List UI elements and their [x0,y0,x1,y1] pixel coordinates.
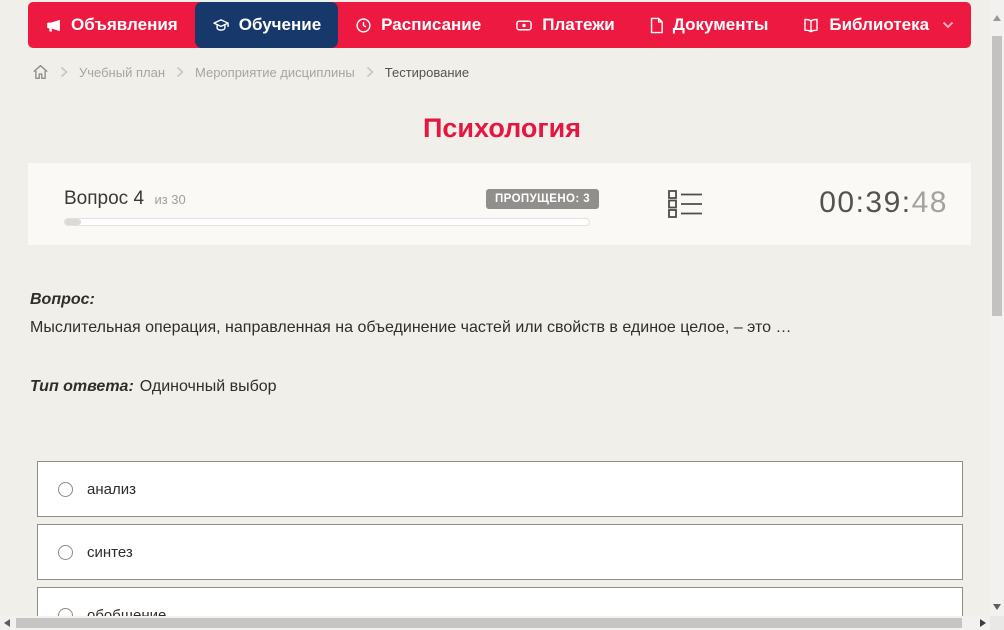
timer-seconds: 48 [911,186,948,219]
chevron-right-icon [60,66,68,78]
breadcrumb-item-testing: Тестирование [384,64,470,80]
vertical-scrollbar[interactable] [990,0,1004,616]
skipped-badge: ПРОПУЩЕНО: 3 [486,189,600,209]
scroll-up-arrow[interactable] [993,15,1001,21]
progress-fill [65,219,81,225]
nav-item-library[interactable]: Библиотека [785,2,971,48]
answer-options: анализ синтез обобщение [37,461,963,630]
scrollbar-corner [990,616,1004,630]
question-total: из 30 [154,192,186,207]
breadcrumb-item-discipline-event[interactable]: Мероприятие дисциплины [195,65,355,80]
scroll-right-arrow[interactable] [980,619,986,627]
nav-item-label: Платежи [542,15,615,34]
question-counter: Вопрос 4 из 30 [64,188,186,210]
horizontal-scroll-thumb[interactable] [16,618,962,628]
home-icon[interactable] [32,64,49,80]
nav-item-label: Объявления [71,15,178,34]
scroll-left-arrow[interactable] [4,619,10,627]
progress-bar [64,218,590,226]
timer: 00:39:48 [819,186,948,220]
radio-icon[interactable] [58,544,73,560]
nav-item-label: Расписание [381,15,482,34]
cash-icon [516,20,533,30]
breadcrumb: Учебный план Мероприятие дисциплины Тест… [32,61,469,83]
chevron-right-icon [176,66,184,78]
document-icon [650,17,663,33]
question-list-icon [668,190,702,218]
option-label: синтез [87,543,133,561]
nav-item-learning[interactable]: Обучение [194,2,339,48]
quiz-header-panel: Вопрос 4 из 30 ПРОПУЩЕНО: 3 00:39:48 [28,163,971,245]
option-label: анализ [87,480,136,498]
question-heading: Вопрос: [30,291,95,308]
main-nav: Объявления Обучение Расписание Платежи Д… [28,2,971,48]
chevron-down-icon [942,21,954,29]
question-list-button[interactable] [668,190,703,221]
nav-item-label: Документы [672,15,769,34]
book-icon [804,18,819,32]
clock-icon [356,17,371,33]
answer-option-synthesis[interactable]: синтез [37,524,963,580]
radio-icon[interactable] [58,481,73,497]
graduation-cap-icon [212,18,229,31]
page-title: Психология [422,113,582,143]
chevron-right-icon [366,66,374,78]
nav-item-label: Библиотека [829,15,930,34]
answer-type: Тип ответа: Одиночный выбор [30,378,277,396]
page: Объявления Обучение Расписание Платежи Д… [0,0,1004,630]
nav-item-documents[interactable]: Документы [632,2,786,48]
nav-item-label: Обучение [238,15,322,34]
nav-item-schedule[interactable]: Расписание [338,2,498,48]
question-text: Мыслительная операция, направленная на о… [30,319,792,336]
timer-hours-minutes: 00:39: [819,186,912,219]
horizontal-scrollbar[interactable] [0,616,990,630]
question-number: Вопрос 4 [64,188,145,209]
answer-type-value: Одиночный выбор [139,378,277,395]
nav-item-payments[interactable]: Платежи [498,2,632,48]
megaphone-icon [47,19,60,32]
answer-option-analysis[interactable]: анализ [37,461,963,517]
nav-item-announcements[interactable]: Объявления [28,2,195,48]
breadcrumb-item-curriculum[interactable]: Учебный план [79,65,165,80]
vertical-scroll-thumb[interactable] [992,36,1002,316]
scroll-down-arrow[interactable] [993,604,1001,610]
answer-type-label: Тип ответа: [30,378,134,395]
